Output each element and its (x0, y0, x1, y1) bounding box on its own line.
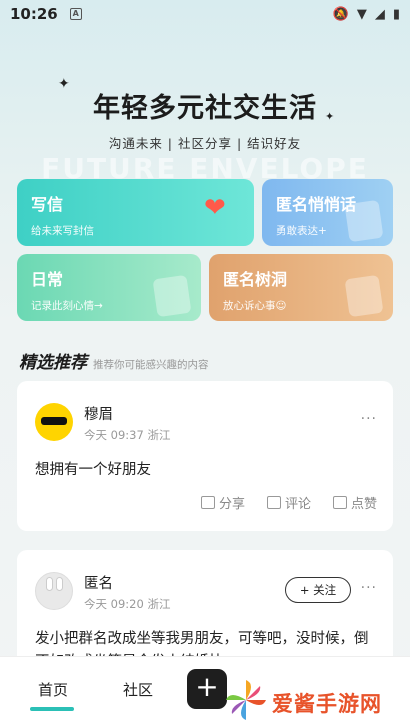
hero-banner: 年轻多元社交生活 沟通未来 | 社区分享 | 结识好友 FUTURE ENVEL… (0, 70, 410, 185)
status-time: 10:26 (10, 5, 58, 23)
follow-button[interactable]: + 关注 (285, 577, 351, 603)
tab-community[interactable]: 社区 (123, 679, 153, 700)
watermark-text: 爱酱手游网 (272, 692, 382, 716)
mute-icon: 🔕 (332, 6, 349, 22)
card-anonymous-whisper[interactable]: 匿名悄悄话 勇敢表达+ (262, 179, 393, 246)
post-card[interactable]: 穆眉 今天 09:37 浙江 ··· 想拥有一个好朋友 分享 评论 点赞 (17, 381, 393, 531)
bunny-ear-icon (56, 577, 63, 591)
notification-a-icon: A (69, 8, 82, 20)
section-header: 精选推荐 推荐你可能感兴趣的内容 (19, 348, 209, 373)
thumbs-up-icon (332, 496, 347, 509)
post-meta: 今天 09:37 浙江 (84, 428, 171, 442)
comment-icon (266, 496, 281, 509)
card-write-letter[interactable]: 写信 给未来写封信 ❤ (17, 179, 254, 246)
hero-title: 年轻多元社交生活 (93, 93, 317, 124)
post-author[interactable]: 穆眉 (84, 403, 113, 424)
active-tab-indicator (30, 707, 74, 711)
status-bar: 10:26 A 🔕 ▼ ◢ ▮ (0, 0, 410, 28)
share-icon (200, 496, 215, 509)
bunny-ear-icon (46, 577, 53, 591)
more-options-button[interactable]: ··· (361, 580, 377, 596)
add-post-button[interactable]: + (187, 669, 227, 709)
tab-home[interactable]: 首页 (38, 679, 68, 700)
section-title: 精选推荐 (19, 353, 87, 373)
post-actions: 分享 评论 点赞 (200, 493, 377, 512)
status-icons: 🔕 ▼ ◢ ▮ (333, 7, 400, 22)
heart-icon: ❤ (204, 193, 226, 223)
note-icon (152, 274, 192, 318)
section-hint: 推荐你可能感兴趣的内容 (93, 359, 209, 371)
document-icon (344, 274, 384, 318)
pinwheel-logo-icon (226, 680, 266, 720)
signal-icon: ◢ (374, 6, 385, 22)
wifi-icon: ▼ (356, 6, 367, 22)
sunglasses-icon (41, 417, 67, 425)
battery-icon: ▮ (392, 6, 400, 22)
avatar[interactable] (35, 403, 73, 441)
card-subtitle: 给未来写封信 (31, 225, 94, 237)
share-button[interactable]: 分享 (200, 493, 245, 512)
more-options-button[interactable]: ··· (361, 411, 377, 427)
post-meta: 今天 09:20 浙江 (84, 597, 171, 611)
card-daily[interactable]: 日常 记录此刻心情→ (17, 254, 201, 321)
card-tree-hole[interactable]: 匿名树洞 放心诉心事☺ (209, 254, 393, 321)
post-content: 想拥有一个好朋友 (35, 462, 151, 478)
hero-subtitle: 沟通未来 | 社区分享 | 结识好友 (108, 136, 302, 151)
post-author[interactable]: 匿名 (84, 572, 113, 593)
avatar[interactable] (35, 572, 73, 610)
like-button[interactable]: 点赞 (332, 493, 377, 512)
comment-button[interactable]: 评论 (266, 493, 311, 512)
mask-icon (344, 199, 384, 243)
